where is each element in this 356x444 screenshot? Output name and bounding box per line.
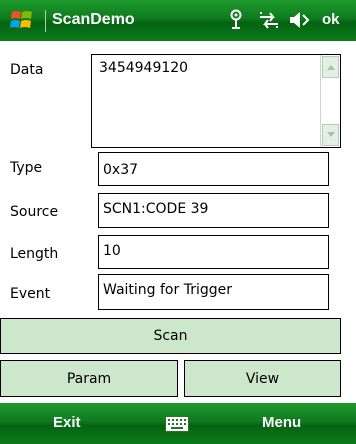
vertical-scrollbar[interactable] <box>320 55 340 147</box>
connectivity-arrows-icon[interactable] <box>258 9 280 31</box>
event-label: Event <box>10 286 51 302</box>
length-field[interactable]: 10 <box>98 235 329 269</box>
view-button-label: View <box>245 370 280 387</box>
app-title: ScanDemo <box>52 11 135 28</box>
softkey-bar: Exit Menu <box>0 403 356 444</box>
view-button[interactable]: View <box>184 360 341 397</box>
keyboard-icon[interactable] <box>165 416 189 432</box>
data-label: Data <box>10 62 44 78</box>
title-separator <box>45 10 46 32</box>
source-label: Source <box>10 204 59 220</box>
volume-icon[interactable] <box>288 9 312 31</box>
type-label: Type <box>10 160 43 176</box>
event-field[interactable]: Waiting for Trigger <box>98 274 329 310</box>
type-field[interactable]: 0x37 <box>98 152 329 186</box>
menu-softkey[interactable]: Menu <box>262 413 301 433</box>
scroll-down-button[interactable] <box>322 124 339 146</box>
scroll-up-arrow-icon <box>327 65 335 70</box>
windows-logo-icon[interactable] <box>9 7 35 33</box>
ok-button[interactable]: ok <box>322 9 340 31</box>
scroll-up-button[interactable] <box>322 56 339 78</box>
signal-antenna-icon[interactable] <box>229 9 243 31</box>
scroll-down-arrow-icon <box>327 132 335 137</box>
param-button-label: Param <box>66 370 112 387</box>
source-field[interactable]: SCN1:CODE 39 <box>98 193 329 228</box>
length-label: Length <box>10 246 59 262</box>
data-textarea[interactable]: 3454949120 <box>91 54 341 148</box>
title-bar: ScanDemo ok <box>0 0 356 41</box>
scan-button[interactable]: Scan <box>0 318 341 354</box>
app-screen: ScanDemo ok Data 3454949120 Type 0x37 So… <box>0 0 356 444</box>
data-value: 3454949120 <box>99 60 189 76</box>
scan-button-label: Scan <box>153 328 188 344</box>
exit-softkey[interactable]: Exit <box>53 413 81 433</box>
param-button[interactable]: Param <box>0 360 178 397</box>
